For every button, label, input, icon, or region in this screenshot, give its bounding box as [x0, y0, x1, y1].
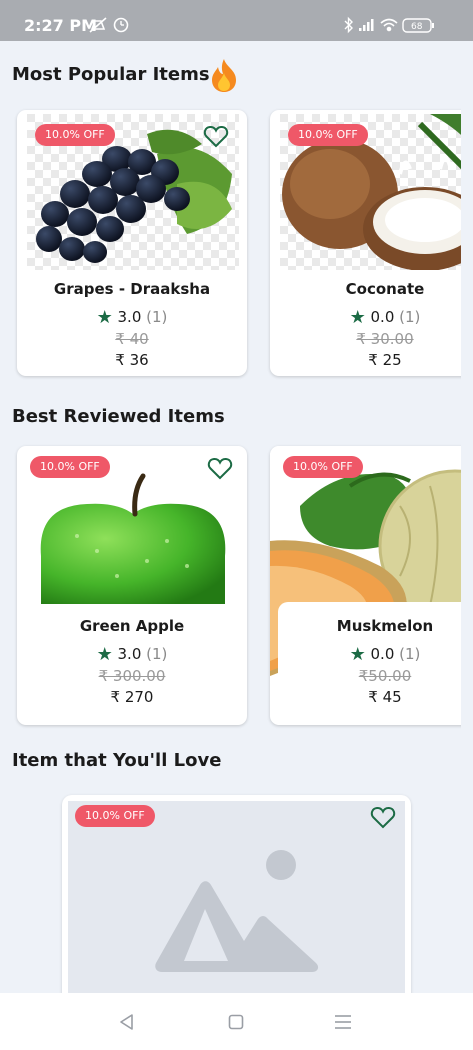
- back-icon[interactable]: [118, 1013, 136, 1031]
- menu-icon[interactable]: [334, 1014, 352, 1030]
- wifi-icon: [380, 18, 398, 32]
- product-card-coconut[interactable]: 10.0% OFF Coconate ★ 0.0 (1) ₹ 30.00 ₹ 2…: [270, 110, 461, 376]
- rating-row: ★ 0.0 (1): [270, 644, 461, 665]
- fire-icon: [212, 59, 236, 92]
- heart-icon[interactable]: [370, 805, 396, 829]
- star-icon: ★: [349, 307, 366, 328]
- popular-carousel-clip: 10.0% OFF Coconate ★ 0.0 (1) ₹ 30.00 ₹ 2…: [0, 100, 461, 400]
- mute-icon: [89, 17, 107, 33]
- section-title-popular: Most Popular Items: [12, 64, 210, 85]
- review-count: (1): [399, 645, 421, 663]
- status-bar: 2:27 PM 68: [0, 0, 473, 41]
- star-icon: ★: [349, 644, 366, 665]
- rating-value: 0.0: [370, 308, 395, 326]
- bluetooth-icon: [344, 16, 353, 34]
- sale-price: ₹ 45: [368, 688, 402, 706]
- original-price: ₹50.00: [358, 667, 412, 685]
- system-icons: 68: [344, 16, 434, 34]
- rating-row: ★ 0.0 (1): [270, 307, 461, 328]
- battery-icon: 68: [402, 18, 434, 33]
- section-title-reviewed: Best Reviewed Items: [12, 406, 225, 427]
- discount-badge: 10.0% OFF: [75, 805, 155, 827]
- original-price: ₹ 30.00: [356, 330, 414, 348]
- discount-badge: 10.0% OFF: [283, 456, 363, 478]
- product-name: Muskmelon: [336, 617, 434, 635]
- svg-text:68: 68: [411, 22, 423, 32]
- product-name: Coconate: [345, 280, 425, 298]
- notification-icons: [89, 17, 129, 33]
- sale-price: ₹ 25: [368, 351, 402, 369]
- signal-icon: [359, 19, 374, 31]
- review-count: (1): [399, 308, 421, 326]
- section-title-love: Item that You'll Love: [12, 750, 222, 771]
- discount-badge: 10.0% OFF: [288, 124, 368, 146]
- navigation-bar: [0, 993, 473, 1050]
- product-card-muskmelon[interactable]: 10.0% OFF Muskmelon ★ 0.0 (1) ₹50.00 ₹ 4…: [270, 446, 461, 725]
- clock-icon: [113, 17, 129, 33]
- status-time: 2:27 PM: [24, 16, 98, 35]
- rating-value: 0.0: [370, 645, 395, 663]
- reviewed-carousel-clip: 10.0% OFF Muskmelon ★ 0.0 (1) ₹50.00 ₹ 4…: [0, 440, 461, 740]
- home-icon[interactable]: [228, 1014, 244, 1030]
- image-placeholder-icon: [155, 850, 319, 972]
